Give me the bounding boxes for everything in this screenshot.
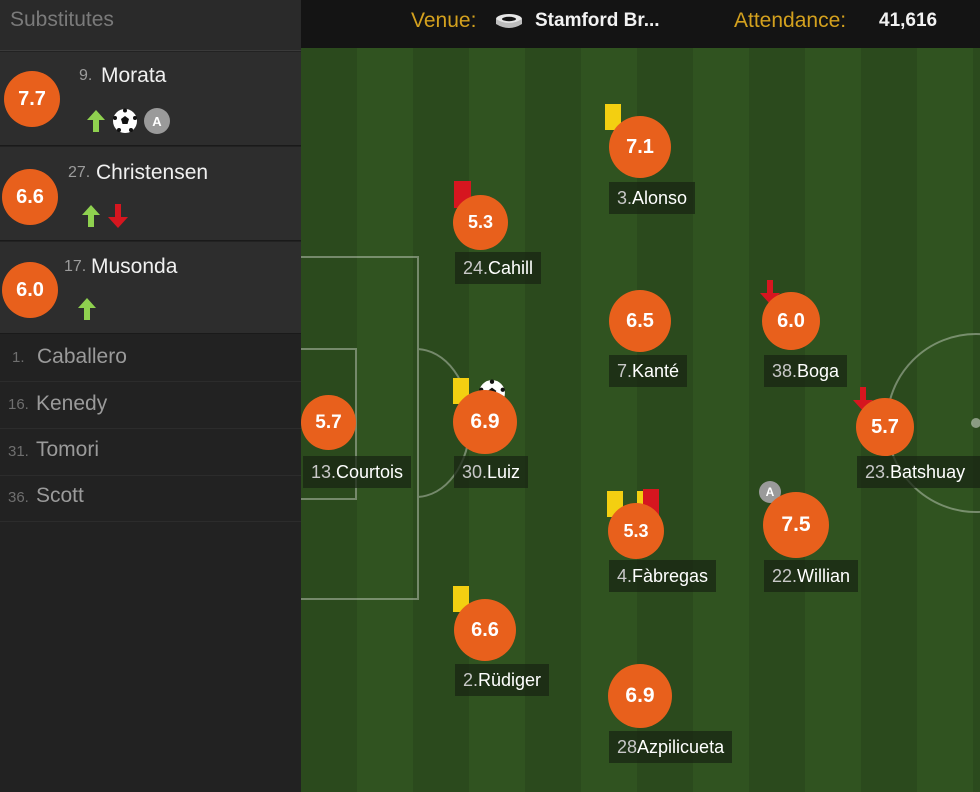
substitutes-header: Substitutes	[0, 0, 301, 51]
rating-badge: 6.0	[762, 292, 820, 350]
substitute-row-musonda[interactable]: 6.0 17. Musonda	[0, 242, 301, 334]
player-name: Caballero	[37, 345, 127, 368]
rating-badge: 6.6	[454, 599, 516, 661]
player-label: 13.Courtois	[303, 456, 412, 488]
stadium-icon	[496, 14, 522, 28]
pitch: 5.7 13.Courtois 5.3 24.Cahill 6.9 30.Lui…	[301, 48, 980, 792]
player-number: 27.	[68, 164, 91, 181]
player-name: Tomori	[36, 438, 100, 461]
player-name: Kenedy	[36, 392, 108, 415]
player-number: 4.	[617, 566, 633, 586]
reserve-row-caballero[interactable]: 1. Caballero	[0, 335, 301, 382]
player-name: Cahill	[488, 258, 534, 278]
player-name: Fàbregas	[632, 566, 709, 586]
player-label: 7.Kanté	[609, 355, 688, 387]
sub-on-arrow-icon	[78, 298, 96, 320]
player-number: 13.	[311, 462, 337, 482]
player-name: Boga	[797, 361, 840, 381]
player-number: 24.	[463, 258, 489, 278]
player-name: Musonda	[91, 255, 178, 278]
rating-badge: 5.3	[453, 195, 508, 250]
assist-icon: A	[144, 108, 170, 134]
player-number: 31.	[8, 443, 29, 460]
player-number: 28	[617, 737, 638, 757]
player-name: Kanté	[632, 361, 680, 381]
player-label: 3.Alonso	[609, 182, 696, 214]
event-icons	[81, 203, 129, 229]
sub-on-arrow-icon	[82, 205, 100, 227]
reserve-row-scott[interactable]: 36. Scott	[0, 475, 301, 522]
reserve-row-tomori[interactable]: 31. Tomori	[0, 429, 301, 476]
player-label: 30.Luiz	[454, 456, 529, 488]
player-number: 3.	[617, 188, 633, 208]
player-number: 36.	[8, 489, 29, 506]
rating-badge: 5.7	[856, 398, 914, 456]
player-label: 4.Fàbregas	[609, 560, 717, 592]
attendance-value: 41,616	[879, 10, 938, 31]
center-spot	[971, 418, 980, 428]
player-name: Scott	[36, 484, 84, 507]
rating-badge: 6.9	[453, 390, 517, 454]
venue-label: Venue:	[411, 9, 477, 32]
player-number: 9.	[79, 67, 93, 84]
player-label: 23.Batshuay	[857, 456, 980, 488]
player-label: 22.Willian	[764, 560, 859, 592]
player-number: 22.	[772, 566, 798, 586]
rating-badge: 6.9	[608, 664, 672, 728]
rating-badge: 5.7	[301, 395, 356, 450]
substitute-row-morata[interactable]: 7.7 9. Morata A	[0, 52, 301, 146]
venue-value[interactable]: Stamford Br...	[535, 10, 660, 32]
player-name: Willian	[797, 566, 851, 586]
ball-icon	[113, 108, 137, 133]
rating-badge: 6.6	[2, 169, 58, 225]
player-label: 28Azpilicueta	[609, 731, 733, 763]
player-number: 7.	[617, 361, 633, 381]
player-label: 38.Boga	[764, 355, 848, 387]
substitute-row-christensen[interactable]: 6.6 27. Christensen	[0, 147, 301, 241]
event-icons: A	[86, 108, 170, 134]
player-number: 38.	[772, 361, 798, 381]
player-number: 30.	[462, 462, 488, 482]
player-name: Courtois	[336, 462, 404, 482]
substitutes-title: Substitutes	[10, 8, 114, 31]
player-name: Luiz	[487, 462, 521, 482]
player-label: 2.Rüdiger	[455, 664, 550, 696]
player-name: Azpilicueta	[637, 737, 725, 757]
rating-badge: 6.5	[609, 290, 671, 352]
rating-badge: 5.3	[608, 503, 664, 559]
player-name: Morata	[101, 64, 167, 87]
substitutes-panel: Substitutes 7.7 9. Morata A 6.6 27. Chri…	[0, 0, 301, 792]
match-info-bar: Venue: Stamford Br... Attendance: 41,616	[301, 0, 980, 48]
player-name: Rüdiger	[478, 670, 542, 690]
rating-badge: 7.1	[609, 116, 671, 178]
player-name: Christensen	[96, 161, 209, 184]
rating-badge: 6.0	[2, 262, 58, 318]
player-number: 1.	[12, 349, 25, 366]
player-number: 2.	[463, 670, 479, 690]
attendance-label: Attendance:	[734, 9, 847, 32]
player-number: 17.	[64, 258, 87, 275]
sub-off-arrow-icon	[108, 204, 128, 228]
sub-on-arrow-icon	[87, 110, 105, 132]
player-name: Batshuay	[890, 462, 966, 482]
event-icons	[77, 297, 97, 321]
rating-badge: 7.7	[4, 71, 60, 127]
rating-badge: 7.5	[763, 492, 829, 558]
player-number: 16.	[8, 396, 29, 413]
reserve-row-kenedy[interactable]: 16. Kenedy	[0, 382, 301, 429]
player-name: Alonso	[632, 188, 688, 208]
player-number: 23.	[865, 462, 891, 482]
player-label: 24.Cahill	[455, 252, 542, 284]
